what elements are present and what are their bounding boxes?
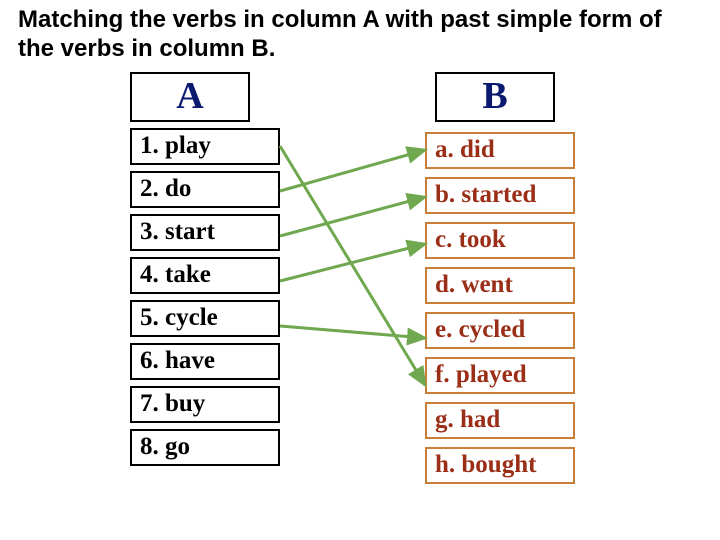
past-item: d. went (425, 267, 575, 304)
past-item: a. did (425, 132, 575, 169)
column-a-header: A (130, 72, 250, 122)
verb-item: 6. have (130, 343, 280, 380)
verb-item: 3. start (130, 214, 280, 251)
past-item: c. took (425, 222, 575, 259)
verb-item: 8. go (130, 429, 280, 466)
instruction-text: Matching the verbs in column A with past… (18, 6, 702, 64)
column-a: 1. play 2. do 3. start 4. take 5. cycle … (130, 128, 280, 472)
verb-item: 5. cycle (130, 300, 280, 337)
verb-item: 1. play (130, 128, 280, 165)
past-item: e. cycled (425, 312, 575, 349)
past-item: h. bought (425, 447, 575, 484)
verb-item: 4. take (130, 257, 280, 294)
past-item: f. played (425, 357, 575, 394)
column-b: a. did b. started c. took d. went e. cyc… (425, 132, 575, 492)
verb-item: 2. do (130, 171, 280, 208)
match-arrows (0, 0, 720, 540)
past-item: g. had (425, 402, 575, 439)
column-b-header: B (435, 72, 555, 122)
verb-item: 7. buy (130, 386, 280, 423)
past-item: b. started (425, 177, 575, 214)
